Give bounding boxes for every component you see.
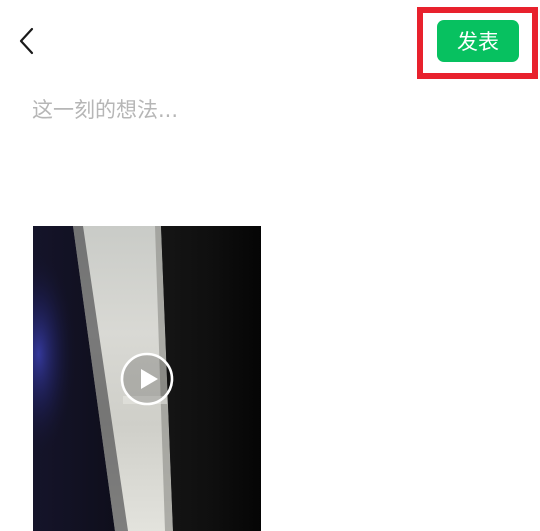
back-button[interactable] [10,22,44,60]
publish-button[interactable]: 发表 [437,20,519,62]
video-thumbnail[interactable] [33,226,261,531]
thought-input[interactable] [32,90,512,130]
chevron-left-icon [19,27,34,55]
post-composer-screen: 发表 [0,0,540,531]
play-circle-icon[interactable] [120,352,174,406]
